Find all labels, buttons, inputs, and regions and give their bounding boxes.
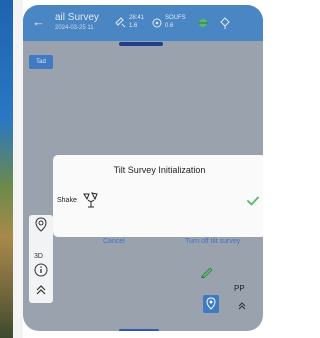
page-title: ail Survey	[55, 12, 99, 23]
top-bar: ← ail Survey 2024-03-25 11 28:41 1.6 SOU…	[23, 5, 263, 41]
chevron-up-icon	[36, 285, 46, 295]
background-gap	[13, 0, 23, 338]
back-icon[interactable]: ←	[32, 15, 46, 29]
satellite-icon	[115, 17, 126, 28]
target-icon	[206, 297, 216, 310]
satellite-count: 28:41	[129, 15, 145, 21]
dialog-title: Tilt Survey Initialization	[113, 165, 206, 175]
layers-icon	[35, 217, 47, 232]
tilt-survey-dialog: Tilt Survey Initialization Shake Cancel …	[53, 155, 263, 245]
pp-label: PP	[234, 284, 245, 293]
tag-button[interactable]: Tad	[29, 55, 53, 69]
phone-screen: ← ail Survey 2024-03-25 11 28:41 1.6 SOU…	[23, 5, 263, 331]
gps-readout: SOUFS 0.6	[165, 14, 186, 30]
3d-toggle-label[interactable]: 3D	[34, 253, 43, 260]
cancel-button[interactable]: Cancel	[103, 238, 125, 245]
chevron-up-icon[interactable]	[237, 301, 247, 311]
gps-mode: SOUFS	[165, 15, 186, 21]
shake-icon	[83, 192, 98, 208]
link-icon[interactable]	[195, 17, 211, 29]
locate-button[interactable]	[203, 295, 219, 313]
expand-up-button[interactable]	[29, 283, 53, 303]
gps-value: 0.6	[165, 23, 174, 29]
info-icon	[34, 263, 48, 277]
turn-off-tilt-survey-button[interactable]: Turn off tilt survey	[185, 238, 240, 245]
gps-icon	[152, 18, 162, 28]
check-icon	[247, 196, 259, 206]
tool-column: 3D	[29, 215, 53, 303]
signal-icon	[220, 17, 230, 29]
satellite-readout: 28:41 1.6	[129, 14, 144, 30]
pencil-icon[interactable]	[199, 263, 215, 279]
shake-label: Shake	[57, 197, 77, 204]
page-subtitle: 2024-03-25 11	[55, 25, 94, 31]
satellite-value: 1.6	[129, 23, 138, 29]
background-photo-strip	[0, 0, 13, 338]
layers-button[interactable]	[29, 217, 53, 237]
top-handle	[119, 42, 163, 46]
info-button[interactable]	[29, 263, 53, 283]
bottom-handle[interactable]	[119, 329, 159, 331]
